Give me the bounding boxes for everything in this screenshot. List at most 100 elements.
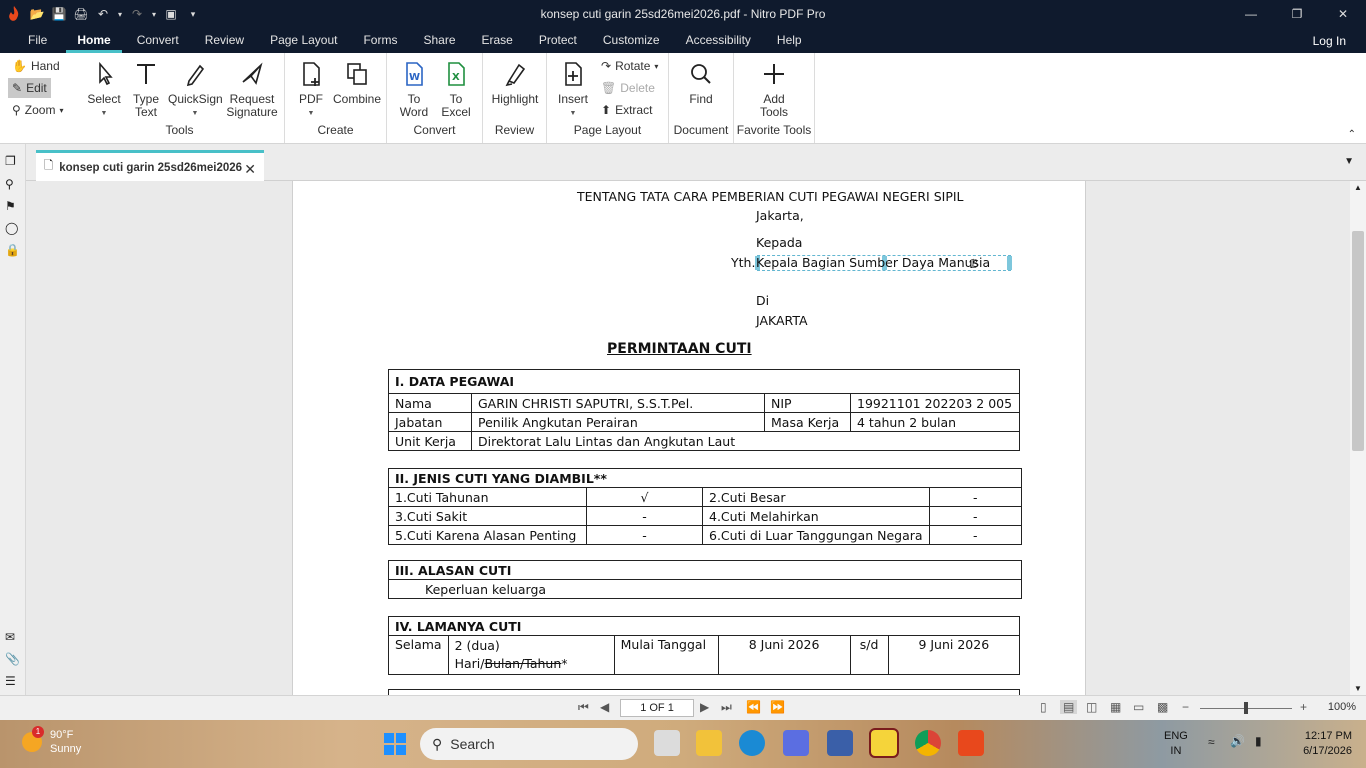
volume-icon[interactable]: 🔊 (1230, 734, 1245, 748)
chrome-icon[interactable] (915, 730, 941, 756)
customize-qat-icon[interactable]: ▾ (184, 9, 202, 20)
tab-convert[interactable]: Convert (124, 28, 192, 53)
to-word-button[interactable]: W To Word (397, 61, 431, 119)
highlight-button[interactable]: Highlight (487, 61, 543, 106)
chevron-down-icon[interactable]: ▾ (116, 10, 124, 19)
group-label-favorite-tools: Favorite Tools (736, 123, 812, 137)
tab-accessibility[interactable]: Accessibility (673, 28, 764, 53)
fullscreen-icon[interactable]: ▭ (1133, 700, 1144, 714)
save-icon[interactable]: 💾 (50, 7, 68, 21)
windows-start-icon[interactable] (384, 733, 406, 755)
search-panel-icon[interactable]: ⚲ (5, 177, 21, 193)
taskbar-search[interactable]: ⚲ Search (420, 728, 638, 760)
clock[interactable]: 12:17 PM 6/17/2026 (1303, 729, 1352, 759)
tab-list-chevron-icon[interactable]: ▼ (1344, 156, 1354, 167)
tab-page-layout[interactable]: Page Layout (257, 28, 350, 53)
request-signature-button[interactable]: Request Signature (226, 61, 278, 119)
open-folder-icon[interactable]: 📂 (28, 7, 46, 21)
print-icon[interactable]: 🖨 (72, 7, 90, 21)
bookmarks-icon[interactable]: ⚑ (5, 199, 21, 215)
file-explorer-icon[interactable] (696, 730, 722, 756)
facing-continuous-icon[interactable]: ▦ (1110, 700, 1121, 714)
fields-icon[interactable]: ☰ (5, 674, 21, 690)
lock-icon[interactable]: 🔒 (5, 243, 21, 259)
combine-button[interactable]: Combine (333, 61, 381, 106)
tab-share[interactable]: Share (410, 28, 468, 53)
file-icon: 🗋 (44, 160, 54, 172)
cell-value: 2 (dua) Hari/Bulan/Tahun* (447, 635, 615, 675)
close-tab-icon[interactable]: ✕ (244, 161, 256, 178)
forward-view-icon[interactable]: ⏩ (770, 700, 785, 714)
tab-review[interactable]: Review (192, 28, 257, 53)
presentation-icon[interactable]: ▩ (1157, 700, 1168, 714)
select-button[interactable]: Select ▼ (86, 61, 122, 120)
weather-widget[interactable]: 90°F Sunny (50, 728, 81, 756)
pdf-page[interactable]: TENTANG TATA CARA PEMBERIAN CUTI PEGAWAI… (292, 181, 1086, 695)
tab-file[interactable]: File (0, 28, 64, 53)
search-icon (691, 64, 711, 84)
cell-label: Unit Kerja (388, 431, 472, 451)
edge-icon[interactable] (739, 730, 765, 756)
selection-handle-right[interactable] (1007, 256, 1012, 270)
chevron-down-icon[interactable]: ▾ (150, 10, 158, 19)
insert-button[interactable]: Insert ▼ (555, 61, 591, 120)
tab-home[interactable]: Home (64, 28, 124, 53)
facing-view-icon[interactable]: ◫ (1086, 700, 1097, 714)
zoom-slider-thumb[interactable] (1244, 702, 1248, 714)
prev-page-icon[interactable]: ◀ (600, 700, 609, 714)
quicksign-button[interactable]: QuickSign ▼ (168, 61, 223, 120)
sticky-notes-icon[interactable] (869, 728, 899, 758)
tab-protect[interactable]: Protect (526, 28, 590, 53)
zoom-tool-button[interactable]: ⚲ Zoom ▾ (8, 100, 68, 120)
find-button[interactable]: Find (683, 61, 719, 106)
pages-panel-icon[interactable]: ❐ (5, 154, 21, 170)
scroll-up-icon[interactable]: ▲ (1354, 183, 1362, 192)
type-text-button[interactable]: Type Text (128, 61, 164, 119)
tab-help[interactable]: Help (764, 28, 815, 53)
document-tab[interactable]: 🗋 konsep cuti garin 25sd26mei2026 ✕ (36, 150, 264, 182)
vertical-scrollbar[interactable]: ▲ ▼ (1350, 181, 1366, 695)
scrollbar-thumb[interactable] (1352, 231, 1364, 451)
tab-erase[interactable]: Erase (469, 28, 526, 53)
tab-forms[interactable]: Forms (350, 28, 410, 53)
to-excel-button[interactable]: X To Excel (439, 61, 473, 119)
recipient-text[interactable]: Kepala Bagian Sumber Daya Manusia (756, 255, 990, 270)
tab-customize[interactable]: Customize (590, 28, 673, 53)
extract-button[interactable]: ⬆ Extract (597, 100, 656, 120)
next-page-icon[interactable]: ▶ (700, 700, 709, 714)
minimize-icon[interactable]: — (1228, 0, 1274, 28)
rotate-button[interactable]: ↷ Rotate ▾ (597, 56, 662, 76)
battery-icon[interactable]: ▮ (1255, 734, 1262, 748)
app-icon[interactable] (783, 730, 809, 756)
single-page-view-icon[interactable]: ▯ (1040, 700, 1047, 714)
zoom-in-icon[interactable]: + (1300, 700, 1307, 714)
camera-app-icon[interactable] (827, 730, 853, 756)
restore-icon[interactable]: ❐ (1274, 0, 1320, 28)
touch-mode-icon[interactable]: ▣ (162, 7, 180, 21)
add-tools-button[interactable]: Add Tools (756, 61, 792, 119)
login-link[interactable]: Log In (1313, 34, 1346, 48)
undo-icon[interactable]: ↶ (94, 7, 112, 21)
page-number-input[interactable]: 1 OF 1 (620, 699, 694, 717)
task-view-icon[interactable] (654, 730, 680, 756)
back-view-icon[interactable]: ⏪ (746, 700, 761, 714)
delete-button[interactable]: 🗑 Delete (597, 78, 659, 98)
collapse-ribbon-icon[interactable]: ⌃ (1348, 129, 1356, 140)
zoom-out-icon[interactable]: − (1182, 700, 1189, 714)
continuous-view-icon[interactable]: ▤ (1060, 700, 1078, 714)
last-page-icon[interactable]: ⏭ (721, 700, 732, 715)
edit-tool-button[interactable]: ✎ Edit (8, 78, 51, 98)
hand-tool-button[interactable]: ✋ Hand (8, 56, 64, 76)
pdf-button[interactable]: PDF ▼ (295, 61, 327, 120)
tags-icon[interactable]: ◯ (5, 221, 21, 237)
scroll-down-icon[interactable]: ▼ (1354, 684, 1362, 693)
close-icon[interactable]: ✕ (1320, 0, 1366, 28)
first-page-icon[interactable]: ⏮ (578, 700, 589, 715)
attachment-icon[interactable]: 📎 (5, 652, 21, 668)
comments-icon[interactable]: ✉ (5, 630, 21, 646)
zoom-level[interactable]: 100% (1328, 701, 1356, 713)
nitro-pdf-icon[interactable] (958, 730, 984, 756)
wifi-icon[interactable]: ≈ (1208, 735, 1215, 749)
language-indicator[interactable]: ENG IN (1164, 729, 1188, 759)
redo-icon[interactable]: ↷ (128, 7, 146, 21)
